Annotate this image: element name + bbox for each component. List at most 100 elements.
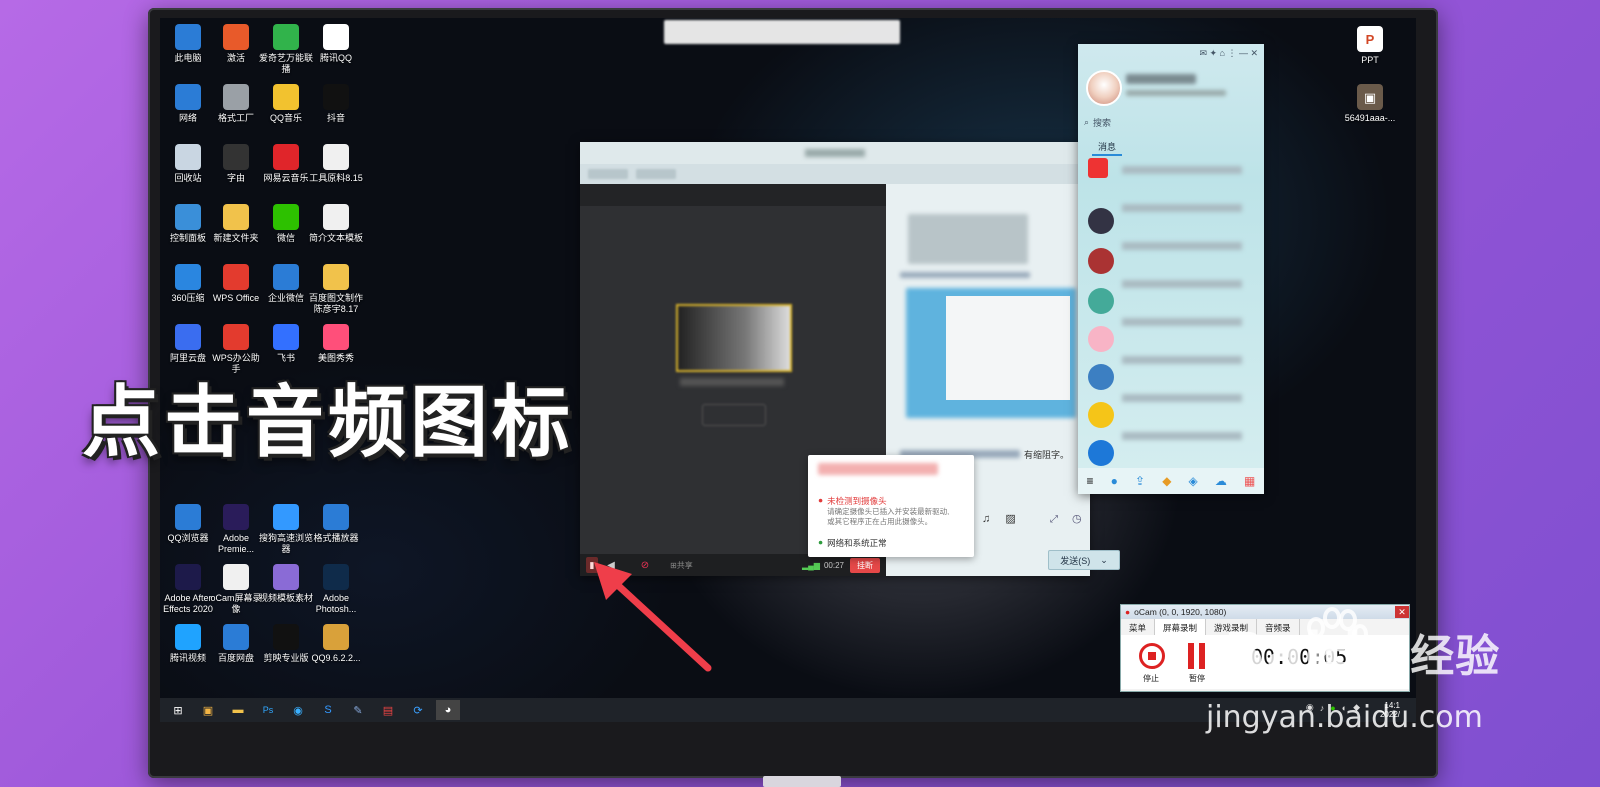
list-item-avatar[interactable] [1088,248,1114,274]
premiere-icon [223,504,249,530]
wecom-taskbar-icon[interactable]: ⟳ [406,700,430,720]
sogou-taskbar-icon[interactable]: S [316,700,340,720]
list-item-avatar[interactable] [1088,208,1114,234]
desktop-icon-label: Adobe Photosh... [315,593,357,614]
desktop-icon[interactable]: 搜狗高速浏览器 [258,504,314,555]
photoshop-taskbar-icon[interactable]: Ps [256,700,280,720]
qq-search-placeholder: 搜索 [1093,117,1112,128]
desktop-icon[interactable]: 网易云音乐 [258,144,314,184]
gamepad-icon[interactable]: ◈ [1189,474,1198,488]
desktop-icon[interactable]: WPS Office [208,264,264,304]
chevron-down-icon[interactable]: ⌄ [1100,555,1108,566]
windows-icon [223,24,249,50]
desktop-icon-label: 腾讯QQ [319,53,352,63]
image-icon[interactable]: ▨ [1005,513,1015,525]
aliyun-drive-icon [175,324,201,350]
network-icon [175,84,201,110]
desktop-icon[interactable]: QQ音乐 [258,84,314,124]
blurred-top-bar [664,20,900,44]
desktop-icon[interactable]: 字由 [208,144,264,184]
desktop-icon[interactable]: 剪映专业版 [258,624,314,664]
list-item-avatar[interactable] [1088,326,1114,352]
desktop-icon-label: 企业微信 [267,293,304,303]
desktop-icon[interactable]: 美图秀秀 [308,324,364,364]
menu-icon[interactable]: ≡ [1087,474,1094,488]
desktop-icon[interactable]: 格式工厂 [208,84,264,124]
desktop-icon[interactable]: 百度图文制作陈彦宇8.17 [308,264,364,315]
game-icon[interactable]: ◆ [1162,474,1171,488]
list-item-avatar[interactable] [1088,288,1114,314]
tab-messages[interactable]: 消息 [1098,140,1116,153]
desktop-icon-label: 格式播放器 [313,533,359,543]
store-icon[interactable]: ▣ [196,700,220,720]
send-button[interactable]: 发送(S) ⌄ [1048,550,1120,570]
chat-window-titlebar[interactable] [580,142,1090,164]
video-preview-thumbnail [676,304,792,372]
desktop-icon[interactable]: oCam屏幕录像 [208,564,264,615]
desktop-icon[interactable]: Adobe Premie... [208,504,264,555]
wechat-icon [273,204,299,230]
close-icon[interactable]: ✕ [1395,606,1409,618]
qq-browser-taskbar-icon[interactable]: ◉ [286,700,310,720]
monitor-stand [763,776,841,787]
desktop-icon[interactable]: 工具原料8.15 [308,144,364,184]
ocam-taskbar-icon[interactable]: ▤ [376,700,400,720]
stop-button[interactable] [1139,643,1165,669]
share-icon[interactable]: ⇪ [1135,474,1145,488]
editor-taskbar-icon[interactable]: ✎ [346,700,370,720]
desktop-file-image[interactable]: ▣ 56491aaa-... [1342,84,1398,124]
qq-search-input[interactable]: ⌕ 搜索 [1084,114,1256,130]
start-icon[interactable]: ⊞ [166,700,190,720]
desktop-icon[interactable]: 格式播放器 [308,504,364,544]
desktop-icon[interactable]: 腾讯QQ [308,24,364,64]
qq-window-controls[interactable]: ✉ ✦ ⌂ ⋮ — ✕ [1199,48,1258,59]
qq-tabs: 消息 [1078,136,1264,158]
expand-icon[interactable]: ⤢ [1050,514,1058,525]
pause-button[interactable] [1187,643,1207,669]
contacts-icon[interactable]: ● [1111,474,1118,488]
device-status-popup: ● 未检测到摄像头 请确定摄像头已插入并安装最新驱动, 或其它程序正在占用此摄像… [808,455,974,557]
check-icon: ● [818,537,824,547]
qq-main-panel: ✉ ✦ ⌂ ⋮ — ✕ ⌕ 搜索 消息 ≡ ● ⇪ ◆ ◈ ☁ ▦ [1078,44,1264,494]
desktop-icon-label: 视频模板素材 [258,593,313,603]
douyin-icon [323,84,349,110]
hangup-button[interactable]: 挂断 [850,557,880,573]
list-item-avatar[interactable] [1088,440,1114,466]
list-item-avatar[interactable] [1088,364,1114,390]
computer-icon [175,24,201,50]
music-icon[interactable]: ♫ [982,513,990,525]
desktop-icon-label: 百度图文制作陈彦宇8.17 [308,293,363,314]
tab-menu[interactable]: 菜单 [1121,619,1156,635]
desktop-icon[interactable]: QQ9.6.2.2... [308,624,364,664]
history-icon[interactable]: ◷ [1072,512,1082,525]
qq-nickname-blurred [1126,74,1196,84]
desktop-icon[interactable]: 抖音 [308,84,364,124]
chat-line-blurred [900,272,1030,278]
apps-icon[interactable]: ▦ [1244,474,1255,488]
file-explorer-icon[interactable]: ▬ [226,700,250,720]
tab-screen-record[interactable]: 屏幕录制 [1155,619,1207,635]
wps-assistant-icon [223,324,249,350]
desktop-icon[interactable]: 新建文件夹 [208,204,264,244]
desktop-icon[interactable]: 企业微信 [258,264,314,304]
pause-label: 暂停 [1189,674,1205,683]
desktop-icon[interactable]: Adobe Photosh... [308,564,364,615]
desktop-icon[interactable]: 爱奇艺万能联播 [258,24,314,75]
cloud-icon[interactable]: ☁ [1215,474,1227,488]
qq-taskbar-icon[interactable]: ◕ [436,700,460,720]
tutorial-caption: 点击音频图标 [82,378,575,468]
desktop-file-ppt[interactable]: P PPT [1342,26,1398,66]
desktop-icon[interactable]: 飞书 [258,324,314,364]
iqiyi-icon [273,24,299,50]
desktop-icon[interactable]: 视频模板素材 [258,564,314,604]
desktop-icon[interactable]: 简介文本模板 [308,204,364,244]
video-panel-button-blurred[interactable] [702,404,766,426]
desktop-icon[interactable]: 百度网盘 [208,624,264,664]
desktop-icon[interactable]: 微信 [258,204,314,244]
list-item-avatar[interactable] [1088,158,1108,178]
send-label: 发送(S) [1060,555,1091,566]
desktop-icon[interactable]: 激活 [208,24,264,64]
list-item-avatar[interactable] [1088,402,1114,428]
ocam-title: oCam (0, 0, 1920, 1080) [1134,607,1227,617]
avatar[interactable] [1086,70,1122,106]
